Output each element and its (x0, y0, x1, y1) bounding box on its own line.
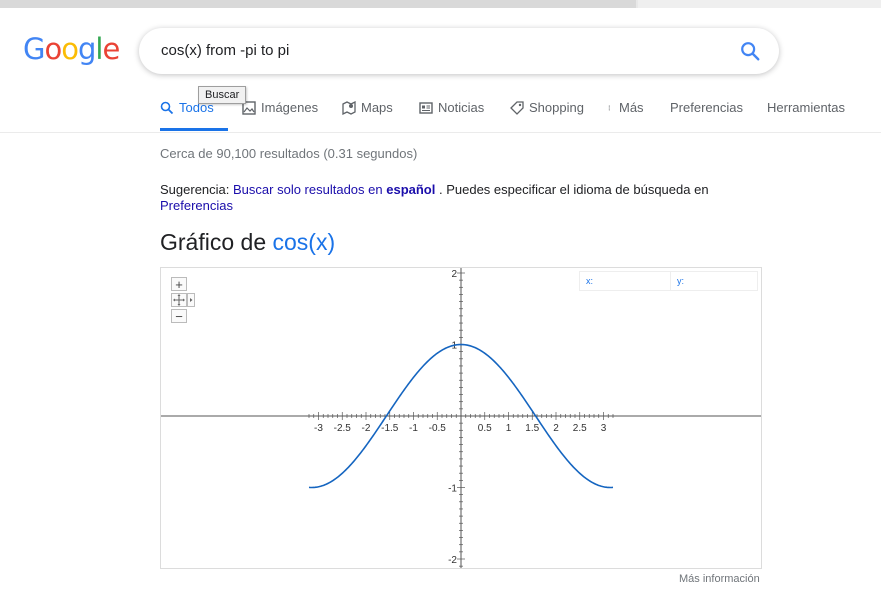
x-tick-label: -0.5 (429, 423, 447, 434)
search-tabs: Todos Imágenes Maps Noticias Shopping Má… (0, 90, 881, 133)
tab-shopping[interactable]: Shopping (510, 100, 584, 115)
map-icon (342, 100, 356, 115)
x-tick-label: -2 (362, 423, 371, 434)
zoom-in-button[interactable]: + (171, 277, 187, 291)
active-tab-underline (160, 128, 228, 131)
graph-canvas[interactable]: -3 -2.5 -2 -1.5 -1 -0.5 0.5 1 1.5 2 2.5 3 2 1 -1 -2 + −… (160, 267, 762, 569)
tab-label: Shopping (529, 100, 584, 115)
tab-label: Más (619, 100, 644, 115)
google-logo[interactable]: Google (23, 32, 120, 66)
graph-title-prefix: Gráfico de (160, 229, 267, 255)
x-tick-label: 3 (601, 423, 607, 434)
logo-letter: o (44, 32, 62, 66)
tab-imagenes[interactable]: Imágenes (242, 100, 318, 115)
graph-title: Gráfico de cos(x) (160, 229, 335, 256)
tab-label: Herramientas (767, 100, 846, 115)
x-tick-label: 1.5 (525, 423, 539, 434)
graph-function: cos(x) (272, 229, 336, 255)
search-icon[interactable] (739, 40, 761, 62)
tab-herramientas[interactable]: Herramientas (767, 100, 845, 115)
search-box[interactable]: cos(x) from -pi to pi (139, 28, 779, 74)
x-tick-label: -3 (314, 423, 323, 434)
pan-control[interactable] (171, 293, 195, 307)
tab-noticias[interactable]: Noticias (419, 100, 484, 115)
y-tick-label: -2 (448, 555, 457, 566)
tab-mas[interactable]: Más (608, 100, 644, 115)
y-readout: y: (670, 271, 758, 291)
move-icon (171, 293, 195, 307)
tag-icon (510, 100, 524, 115)
browser-top-strip (0, 0, 881, 8)
x-tick-label: -1.5 (381, 423, 399, 434)
search-input[interactable]: cos(x) from -pi to pi (161, 42, 289, 59)
result-stats: Cerca de 90,100 resultados (0.31 segundo… (160, 146, 418, 161)
tab-maps[interactable]: Maps (342, 100, 393, 115)
spanish-results-link[interactable]: Buscar solo resultados en (233, 182, 383, 197)
spanish-language-link[interactable]: español (386, 182, 435, 197)
tab-label: Noticias (438, 100, 485, 115)
x-readout: x: (579, 271, 671, 291)
logo-letter: g (77, 32, 96, 66)
tooltip: Buscar (198, 86, 247, 104)
more-vert-icon (608, 105, 610, 110)
y-tick-label: 2 (451, 269, 457, 280)
cos-plot: -3 -2.5 -2 -1.5 -1 -0.5 0.5 1 1.5 2 2.5 321-1-2 (161, 268, 761, 568)
x-tick-label: -1 (409, 423, 418, 434)
tab-label: Preferencias (670, 100, 743, 115)
tab-preferencias[interactable]: Preferencias (670, 100, 743, 115)
news-icon (419, 101, 433, 114)
search-icon (160, 101, 174, 114)
logo-letter: o (61, 32, 79, 66)
x-tick-label: 2 (553, 423, 559, 434)
zoom-out-button[interactable]: − (171, 309, 187, 323)
x-tick-label: -2.5 (334, 423, 352, 434)
x-tick-label: 2.5 (573, 423, 587, 434)
more-info-link[interactable]: Más información (679, 573, 760, 585)
preferences-link[interactable]: Preferencias (160, 198, 233, 213)
suggestion-prefix: Sugerencia: (160, 182, 230, 197)
suggestion-middle: . Puedes especificar el idioma de búsque… (438, 182, 709, 197)
logo-letter: G (23, 32, 46, 66)
tab-label: Imágenes (261, 100, 319, 115)
x-tick-label: 1 (506, 423, 512, 434)
language-suggestion: Sugerencia: Buscar solo resultados en es… (160, 182, 750, 214)
y-tick-label: -1 (448, 484, 457, 495)
logo-letter: e (102, 32, 120, 66)
tab-label: Maps (361, 100, 393, 115)
x-tick-label: 0.5 (478, 423, 492, 434)
